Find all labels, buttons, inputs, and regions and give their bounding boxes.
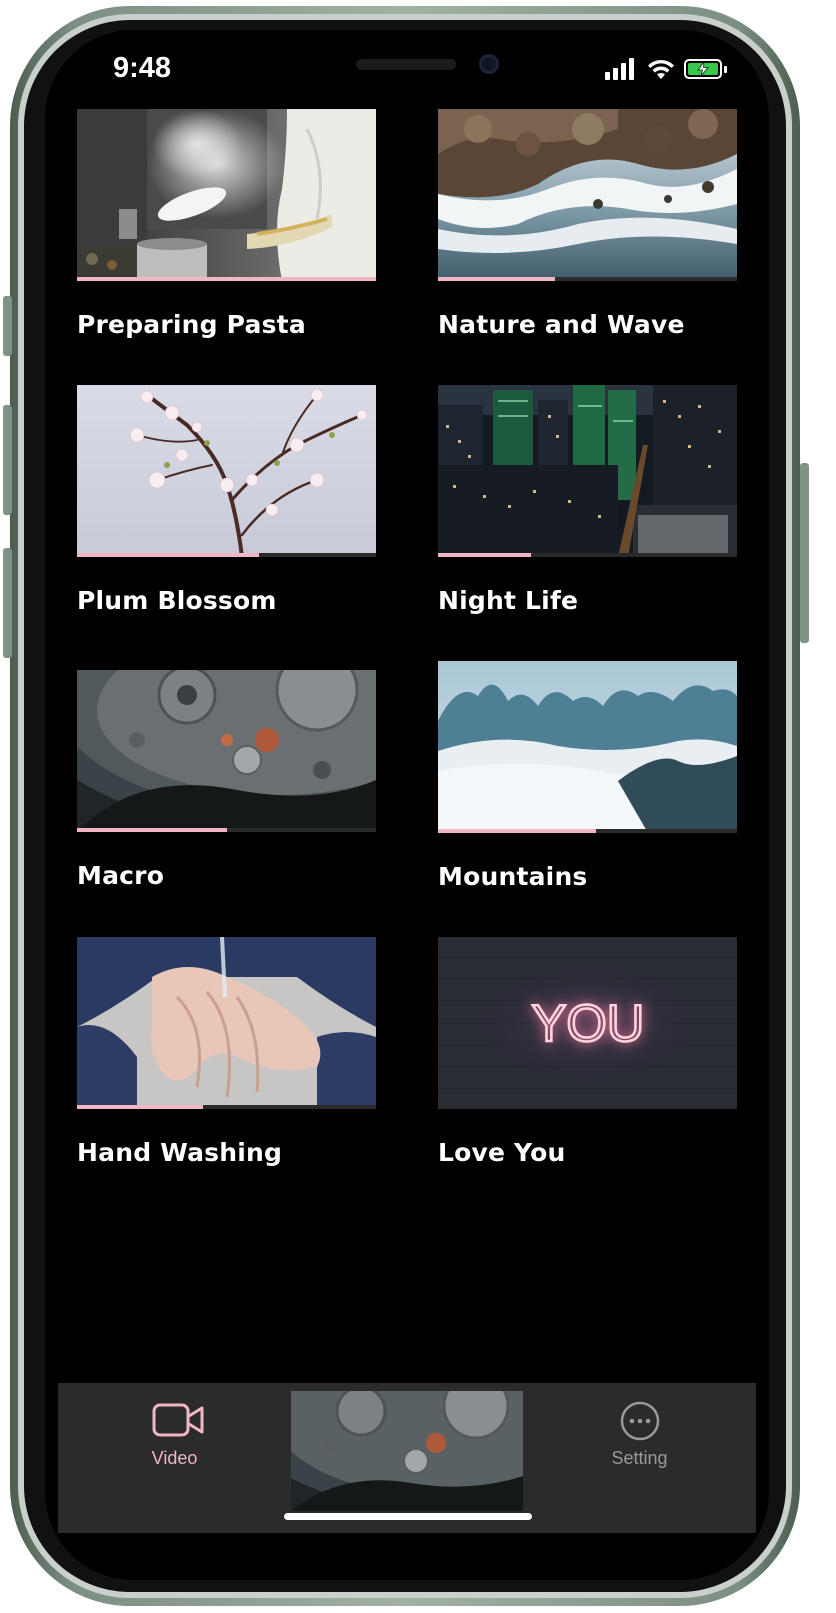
aerial-ocean-waves-rocks-image: [438, 109, 737, 281]
video-card[interactable]: Hand Washing: [77, 937, 376, 1177]
phone-volume-up: [3, 405, 12, 515]
video-title: Plum Blossom: [77, 586, 277, 615]
now-playing-thumbnail: [291, 1391, 523, 1511]
video-card[interactable]: Plum Blossom: [77, 385, 376, 625]
video-thumbnail[interactable]: [77, 385, 376, 557]
tab-setting[interactable]: Setting: [523, 1383, 756, 1533]
progress-fill: [77, 1105, 203, 1109]
progress-bar: [77, 277, 376, 281]
mini-player[interactable]: [291, 1391, 523, 1511]
tab-bar: Video Setting: [58, 1383, 756, 1533]
video-title: Nature and Wave: [438, 310, 685, 339]
neon-you-text: YOU: [532, 995, 645, 1053]
hands-washing-image: [77, 937, 376, 1109]
screen: 9:48 Preparing Pasta Nature and Wave Plu…: [45, 30, 769, 1580]
video-thumbnail[interactable]: YOU: [438, 937, 737, 1109]
front-camera: [479, 54, 499, 74]
video-title: Night Life: [438, 586, 579, 615]
video-thumbnail[interactable]: [438, 109, 737, 281]
neon-you-sign-image: YOU: [438, 937, 737, 1109]
mountains-above-clouds-image: [438, 661, 737, 833]
video-title: Love You: [438, 1138, 566, 1167]
progress-fill: [77, 277, 376, 281]
progress-bar: [438, 277, 737, 281]
progress-bar: [438, 553, 737, 557]
cellular-signal-icon: [605, 58, 637, 80]
tab-setting-label: Setting: [611, 1448, 668, 1468]
more-circle-icon: [620, 1401, 660, 1441]
phone-power-button: [800, 463, 809, 643]
video-title: Mountains: [438, 862, 588, 891]
progress-fill: [438, 277, 555, 281]
video-card[interactable]: Nature and Wave: [438, 109, 737, 349]
tab-video-label: Video: [151, 1448, 198, 1468]
video-card[interactable]: Macro: [77, 670, 376, 900]
battery-tip: [724, 66, 727, 73]
video-title: Hand Washing: [77, 1138, 283, 1167]
chef-cooking-pasta-image: [77, 109, 376, 281]
video-title: Preparing Pasta: [77, 310, 306, 339]
video-card[interactable]: Mountains: [438, 661, 737, 901]
status-time: 9:48: [113, 52, 172, 84]
video-thumbnail[interactable]: [438, 385, 737, 557]
video-card[interactable]: Night Life: [438, 385, 737, 625]
video-thumbnail[interactable]: [77, 937, 376, 1109]
video-thumbnail[interactable]: [77, 670, 376, 832]
video-card[interactable]: Preparing Pasta: [77, 109, 376, 349]
video-thumbnail[interactable]: [438, 661, 737, 833]
video-title: Macro: [77, 861, 165, 890]
earpiece-speaker: [356, 59, 456, 70]
progress-fill: [77, 828, 227, 832]
progress-fill: [77, 553, 260, 557]
phone-ringer-switch: [3, 296, 12, 356]
battery-icon: [684, 59, 722, 79]
video-camera-icon: [152, 1403, 204, 1437]
progress-bar: [438, 829, 737, 833]
plum-blossom-branch-image: [77, 385, 376, 557]
progress-bar: [77, 553, 376, 557]
progress-bar: [77, 828, 376, 832]
progress-fill: [438, 829, 597, 833]
video-thumbnail[interactable]: [77, 109, 376, 281]
progress-bar: [438, 1105, 737, 1109]
video-card[interactable]: YOU Love You: [438, 937, 737, 1177]
progress-fill: [438, 553, 531, 557]
progress-bar: [77, 1105, 376, 1109]
tab-video[interactable]: Video: [58, 1383, 291, 1533]
city-at-night-image: [438, 385, 737, 557]
home-indicator[interactable]: [284, 1513, 532, 1520]
wifi-icon: [648, 59, 674, 79]
phone-volume-down: [3, 548, 12, 658]
watch-movement-macro-image: [77, 670, 376, 832]
